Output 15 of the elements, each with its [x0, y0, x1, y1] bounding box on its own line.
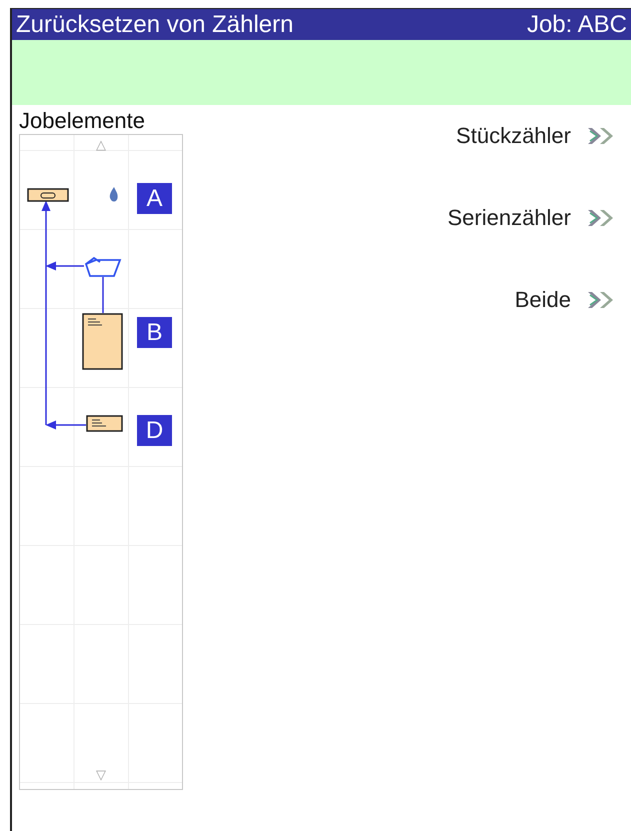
- card-icon: [86, 415, 123, 432]
- window-title: Zurücksetzen von Zählern: [16, 10, 294, 38]
- menu-item[interactable]: Beide: [514, 287, 621, 313]
- document-icon: [82, 313, 123, 370]
- job-label: Job: ABC: [526, 10, 627, 38]
- element-badge: A: [137, 183, 172, 214]
- droplet-icon: [110, 187, 118, 202]
- menu-item[interactable]: Stückzähler: [456, 123, 621, 149]
- folder-icon: [84, 256, 122, 278]
- tray-icon: [27, 188, 69, 202]
- menu-item[interactable]: Serienzähler: [447, 205, 621, 231]
- connector-line: [102, 277, 104, 313]
- panel-label: Jobelemente: [19, 107, 146, 134]
- element-badge: B: [137, 317, 172, 348]
- element-badge: D: [137, 415, 172, 446]
